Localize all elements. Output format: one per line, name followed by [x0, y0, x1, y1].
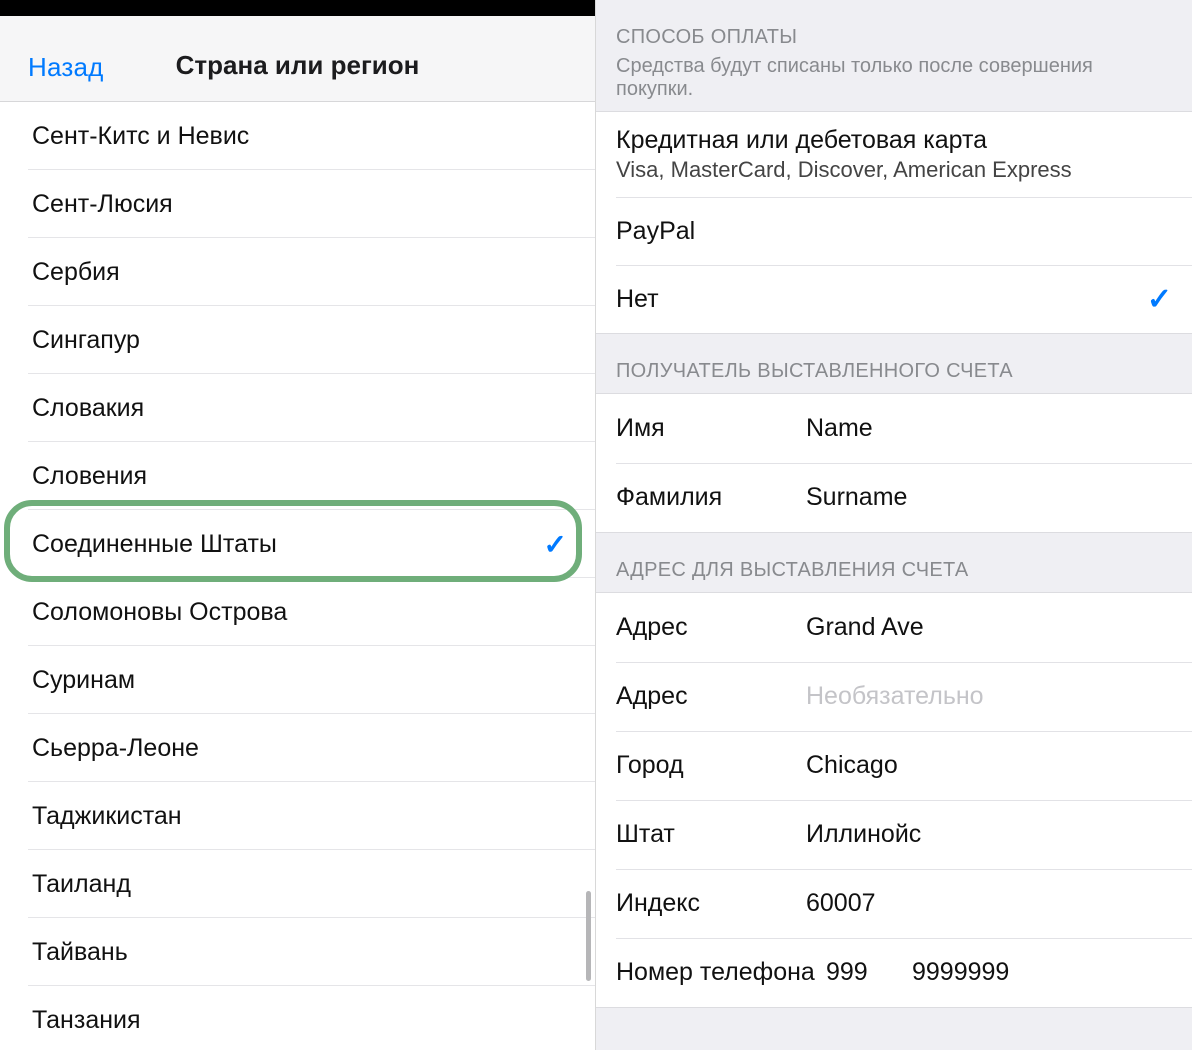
country-list[interactable]: Сент-Китс и Невис Сент-Люсия Сербия Сингапу…	[0, 102, 595, 1050]
country-row[interactable]: Сент-Люсия	[0, 170, 595, 238]
zip-label: Индекс	[616, 889, 806, 918]
nav-bar: Назад Страна или регион	[0, 16, 595, 102]
country-label: Таиланд	[32, 870, 567, 899]
payment-option-title: PayPal	[616, 217, 1172, 246]
checkmark-icon: ✓	[544, 528, 567, 561]
country-label: Сьерра-Леоне	[32, 734, 567, 763]
address1-label: Адрес	[616, 613, 806, 642]
address2-label: Адрес	[616, 682, 806, 711]
country-label: Сербия	[32, 258, 567, 287]
state-field[interactable]	[806, 800, 1172, 869]
payment-settings-screen: СПОСОБ ОПЛАТЫ Средства будут списаны тол…	[596, 0, 1192, 1050]
first-name-label: Имя	[616, 414, 806, 443]
payment-option-row[interactable]: Кредитная или дебетовая картаVisa, Maste…	[596, 112, 1192, 197]
country-row[interactable]: Словения	[0, 442, 595, 510]
country-label: Соединенные Штаты	[32, 530, 544, 559]
billing-name-group: Имя Фамилия	[596, 393, 1192, 533]
payment-method-title: СПОСОБ ОПЛАТЫ	[616, 26, 1172, 49]
address1-field[interactable]	[806, 593, 1172, 662]
country-row[interactable]: Танзания	[0, 986, 595, 1050]
country-label: Танзания	[32, 1006, 567, 1035]
city-label: Город	[616, 751, 806, 780]
billing-address-title: АДРЕС ДЛЯ ВЫСТАВЛЕНИЯ СЧЕТА	[616, 559, 1172, 582]
city-row[interactable]: Город	[596, 731, 1192, 800]
country-label: Словакия	[32, 394, 567, 423]
country-row[interactable]: Сьерра-Леоне	[0, 714, 595, 782]
zip-row[interactable]: Индекс	[596, 869, 1192, 938]
country-region-screen: Назад Страна или регион Сент-Китс и Неви…	[0, 0, 596, 1050]
payment-option-row[interactable]: Нет✓	[596, 265, 1192, 333]
last-name-row[interactable]: Фамилия	[596, 463, 1192, 532]
phone-code-field[interactable]	[826, 938, 896, 1007]
state-label: Штат	[616, 820, 806, 849]
address2-field[interactable]	[806, 662, 1172, 731]
billing-address-header: АДРЕС ДЛЯ ВЫСТАВЛЕНИЯ СЧЕТА	[596, 533, 1192, 592]
country-row[interactable]: Словакия	[0, 374, 595, 442]
country-row[interactable]: Сербия	[0, 238, 595, 306]
country-row[interactable]: Сент-Китс и Невис	[0, 102, 595, 170]
phone-number-field[interactable]	[912, 938, 1192, 1007]
first-name-row[interactable]: Имя	[596, 394, 1192, 463]
country-label: Суринам	[32, 666, 567, 695]
country-row[interactable]: Соломоновы Острова	[0, 578, 595, 646]
country-row[interactable]: Суринам	[0, 646, 595, 714]
city-field[interactable]	[806, 731, 1172, 800]
phone-label: Номер телефона	[616, 958, 826, 987]
phone-row[interactable]: Номер телефона	[596, 938, 1192, 1007]
country-label: Таджикистан	[32, 802, 567, 831]
address2-row[interactable]: Адрес	[596, 662, 1192, 731]
country-label: Соломоновы Острова	[32, 598, 567, 627]
status-bar	[0, 0, 595, 16]
payment-option-sub: Visa, MasterCard, Discover, American Exp…	[616, 157, 1172, 183]
payment-method-header: СПОСОБ ОПЛАТЫ Средства будут списаны тол…	[596, 0, 1192, 111]
country-label: Сингапур	[32, 326, 567, 355]
state-row[interactable]: Штат	[596, 800, 1192, 869]
country-row[interactable]: Сингапур	[0, 306, 595, 374]
country-label: Сент-Люсия	[32, 190, 567, 219]
payment-method-group: Кредитная или дебетовая картаVisa, Maste…	[596, 111, 1192, 334]
country-row[interactable]: Тайвань	[0, 918, 595, 986]
address1-row[interactable]: Адрес	[596, 593, 1192, 662]
checkmark-icon: ✓	[1147, 282, 1172, 317]
payment-option-title: Кредитная или дебетовая карта	[616, 126, 1172, 155]
country-row[interactable]: Соединенные Штаты✓	[0, 510, 595, 578]
country-label: Словения	[32, 462, 567, 491]
zip-field[interactable]	[806, 869, 1172, 938]
country-row[interactable]: Таджикистан	[0, 782, 595, 850]
last-name-field[interactable]	[806, 463, 1172, 532]
page-title: Страна или регион	[0, 50, 595, 81]
billing-address-group: Адрес Адрес Город Штат Индекс Номер теле…	[596, 592, 1192, 1008]
payment-method-sub: Средства будут списаны только после сове…	[616, 55, 1172, 101]
last-name-label: Фамилия	[616, 483, 806, 512]
first-name-field[interactable]	[806, 394, 1172, 463]
country-row[interactable]: Таиланд	[0, 850, 595, 918]
scroll-indicator	[586, 891, 591, 981]
country-label: Тайвань	[32, 938, 567, 967]
payment-option-title: Нет	[616, 285, 1147, 314]
country-label: Сент-Китс и Невис	[32, 122, 567, 151]
payment-option-row[interactable]: PayPal	[596, 197, 1192, 265]
billing-name-title: ПОЛУЧАТЕЛЬ ВЫСТАВЛЕННОГО СЧЕТА	[616, 360, 1172, 383]
billing-name-header: ПОЛУЧАТЕЛЬ ВЫСТАВЛЕННОГО СЧЕТА	[596, 334, 1192, 393]
